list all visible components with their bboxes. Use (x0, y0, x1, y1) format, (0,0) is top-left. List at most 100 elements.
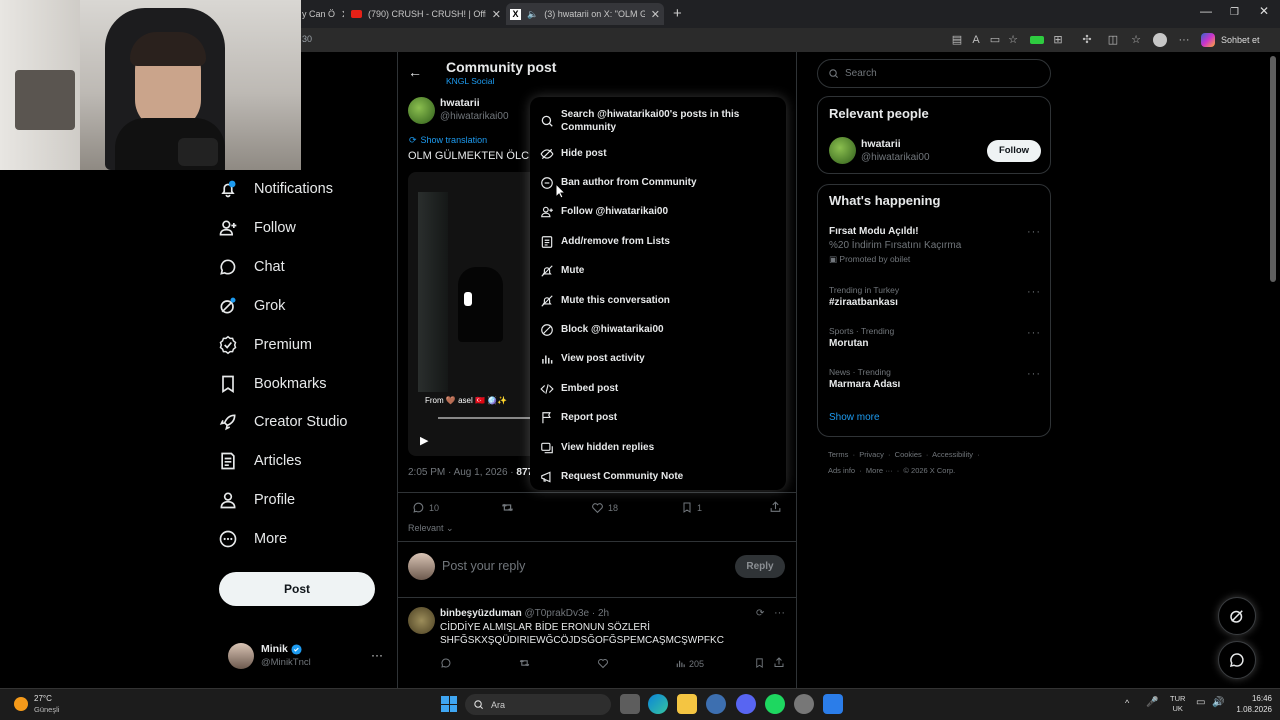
menu-item-follow[interactable]: Follow @hiwatarikai00 (530, 197, 786, 226)
trend-item[interactable]: News · Trending Marmara Adası (829, 367, 900, 390)
sort-dropdown[interactable]: Relevant ⌄ (408, 523, 454, 534)
nav-follow[interactable]: Follow (218, 211, 296, 245)
discord-icon[interactable] (736, 694, 756, 714)
reply-action[interactable]: 10 (412, 501, 439, 514)
copilot-icon[interactable] (1201, 33, 1215, 47)
chat-button[interactable]: Sohbet et (1221, 35, 1260, 45)
reply-views-action[interactable]: 205 (675, 658, 704, 669)
reader-icon[interactable]: ▤ (950, 33, 964, 47)
menu-item-community-note[interactable]: Request Community Note (530, 462, 786, 491)
microphone-icon[interactable]: 🎤 (1146, 697, 1158, 708)
search-box[interactable]: Search (817, 59, 1051, 88)
person-handle[interactable]: @hiwatarikai00 (861, 152, 930, 163)
minimize-icon[interactable]: — (1200, 4, 1212, 18)
account-switcher[interactable]: Minik (261, 643, 302, 655)
person-name[interactable]: hwatarii (861, 138, 901, 150)
show-translation-link[interactable]: ⟳ Show translation (409, 135, 487, 146)
split-screen-icon[interactable]: ◫ (1106, 33, 1120, 47)
nav-creator-studio[interactable]: Creator Studio (218, 405, 348, 439)
avatar[interactable] (408, 97, 435, 124)
profile-avatar-icon[interactable] (1153, 33, 1167, 47)
more-icon[interactable]: ··· (1027, 327, 1041, 339)
reply-input[interactable]: Post your reply (442, 559, 525, 573)
trend-item[interactable]: Sports · Trending Morutan (829, 326, 894, 349)
edge-icon[interactable] (648, 694, 668, 714)
account-more-icon[interactable]: ··· (371, 648, 383, 662)
browser-tab[interactable]: y Can Ö ✕ (302, 3, 344, 25)
spotify-icon[interactable] (765, 694, 785, 714)
browser-tab[interactable]: (790) CRUSH - CRUSH! | Official M ✕ (351, 3, 501, 25)
avatar[interactable] (829, 137, 856, 164)
browser-tab-active[interactable]: X 🔈 (3) hwatarii on X: "OLM GÜLM ✕ (506, 3, 664, 25)
clock[interactable]: 16:46 1.08.2026 (1232, 693, 1272, 715)
reply-more-icon[interactable]: ··· (774, 607, 785, 619)
show-more-link[interactable]: Show more (829, 412, 880, 423)
new-tab-icon[interactable]: + (673, 5, 682, 22)
speaker-icon[interactable]: 🔈 (527, 9, 538, 20)
favorite-star-icon[interactable]: ☆ (1006, 33, 1020, 47)
reply-button[interactable]: Reply (735, 555, 785, 578)
extension-green-icon[interactable] (1030, 36, 1044, 44)
menu-item-lists[interactable]: Add/remove from Lists (530, 227, 786, 256)
footer-links[interactable]: Terms · Privacy · Cookies · Accessibilit… (828, 450, 980, 459)
more-icon[interactable]: ··· (1027, 368, 1041, 380)
translate-icon[interactable]: A (969, 33, 983, 47)
community-link[interactable]: KNGL Social (446, 76, 494, 86)
avatar[interactable] (408, 607, 435, 634)
nav-profile[interactable]: Profile (218, 483, 295, 517)
nav-articles[interactable]: Articles (218, 444, 302, 478)
play-icon[interactable]: ▶ (420, 434, 428, 447)
avatar[interactable] (228, 643, 254, 669)
file-explorer-icon[interactable] (677, 694, 697, 714)
menu-item-ban-author[interactable]: Ban author from Community (530, 168, 786, 197)
tab-close-icon[interactable]: ✕ (341, 8, 344, 21)
share-action[interactable] (769, 500, 782, 514)
reply-author-handle[interactable]: @T0prakDv3e (524, 608, 589, 619)
windows-start-icon[interactable] (441, 696, 457, 712)
menu-item-search-posts[interactable]: Search @hiwatarikai00's posts in this Co… (530, 101, 786, 141)
collections-icon[interactable]: ☆ (1129, 33, 1143, 47)
more-icon[interactable]: ··· (1027, 226, 1041, 238)
video-player[interactable]: ▶ (408, 172, 530, 456)
language-indicator[interactable]: TUR UK (1170, 694, 1185, 714)
tab-view-icon[interactable]: ▭ (988, 33, 1002, 47)
like-action[interactable]: 18 (591, 501, 618, 514)
back-arrow-icon[interactable]: ← (408, 64, 422, 80)
footer-links[interactable]: Ads info · More ··· · © 2026 X Corp. (828, 466, 955, 475)
menu-item-post-activity[interactable]: View post activity (530, 344, 786, 373)
taskbar-search[interactable]: Ara (465, 694, 611, 715)
menu-item-mute[interactable]: Mute (530, 256, 786, 285)
nav-chat[interactable]: Chat (218, 250, 285, 284)
reply-share-action[interactable] (773, 656, 785, 669)
nav-notifications[interactable]: Notifications (218, 172, 333, 206)
monitor-icon[interactable]: ▭ (1196, 697, 1205, 708)
menu-item-hide-post[interactable]: Hide post (530, 139, 786, 168)
nav-grok[interactable]: Grok (218, 289, 285, 323)
menu-item-mute-conversation[interactable]: Mute this conversation (530, 286, 786, 315)
menu-item-report[interactable]: Report post (530, 403, 786, 432)
volume-icon[interactable]: 🔊 (1212, 697, 1224, 708)
menu-item-hidden-replies[interactable]: View hidden replies (530, 433, 786, 462)
post-button[interactable]: Post (219, 572, 375, 606)
bookmark-action[interactable]: 1 (681, 501, 702, 514)
tab-close-icon[interactable]: ✕ (492, 8, 501, 21)
menu-item-block[interactable]: Block @hiwatarikai00 (530, 315, 786, 344)
menu-item-embed[interactable]: Embed post (530, 374, 786, 403)
app-icon[interactable] (706, 694, 726, 714)
settings-gear-icon[interactable] (794, 694, 814, 714)
reply-reply-action[interactable] (440, 657, 452, 669)
weather-desc[interactable]: Güneşli (34, 705, 59, 714)
promo-item[interactable]: Fırsat Modu Açıldı! %20 İndirim Fırsatın… (829, 226, 961, 265)
address-bar[interactable]: 30 (302, 34, 312, 44)
scrollbar-thumb[interactable] (1270, 56, 1276, 282)
author-name[interactable]: hwatarii (440, 97, 480, 109)
trend-item[interactable]: Trending in Turkey #ziraatbankası (829, 285, 899, 308)
nav-more[interactable]: More (218, 522, 287, 556)
app-icon[interactable] (823, 694, 843, 714)
nav-premium[interactable]: Premium (218, 328, 312, 362)
extension-icon[interactable]: ⊞ (1051, 33, 1065, 47)
weather-temp[interactable]: 27°C (34, 694, 52, 703)
more-icon[interactable]: ··· (1027, 286, 1041, 298)
puzzle-icon[interactable]: ✣ (1080, 33, 1094, 47)
reply-like-action[interactable] (597, 657, 609, 669)
